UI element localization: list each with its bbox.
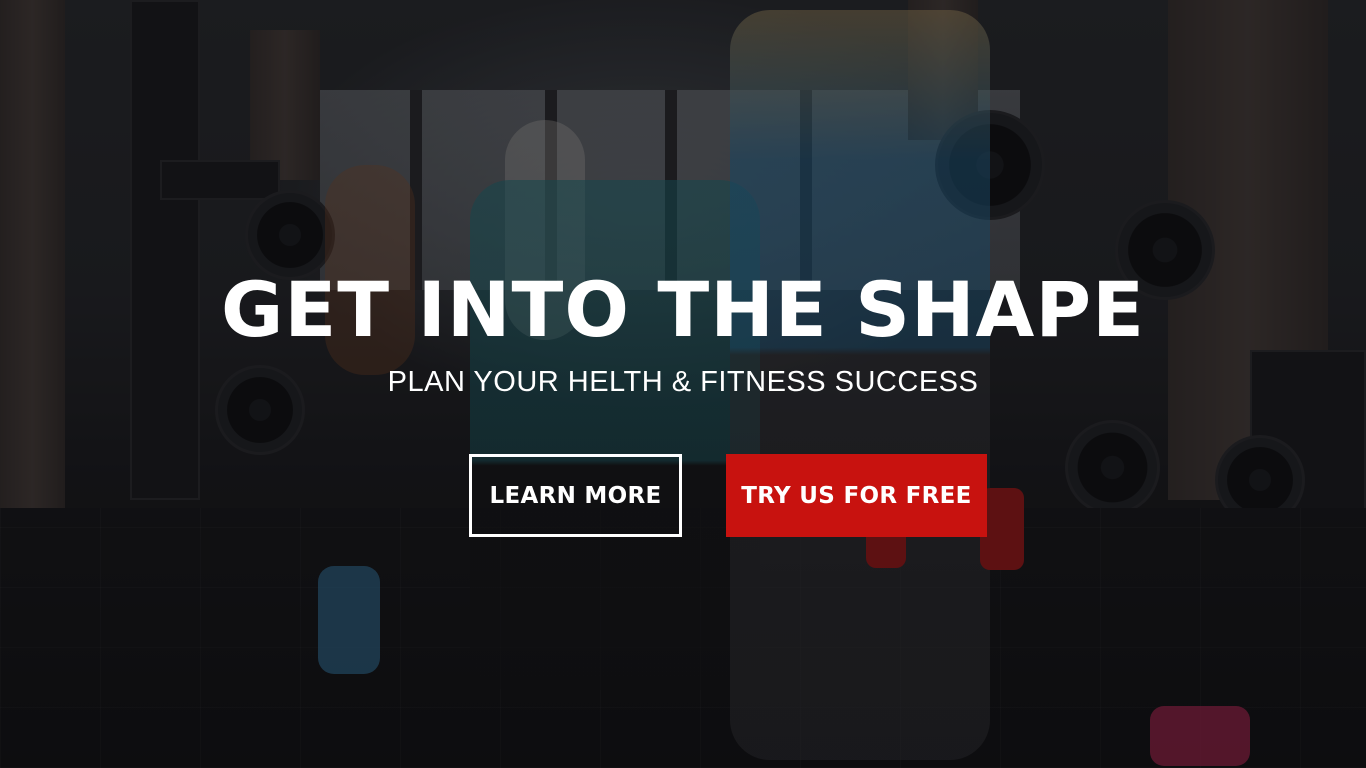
hero-section: GET INTO THE SHAPE PLAN YOUR HELTH & FIT… [0,0,1366,768]
learn-more-button[interactable]: LEARN MORE [469,454,682,537]
hero-content: GET INTO THE SHAPE PLAN YOUR HELTH & FIT… [0,0,1366,768]
try-free-button[interactable]: TRY US FOR FREE [726,454,987,537]
hero-subheadline: PLAN YOUR HELTH & FITNESS SUCCESS [387,366,979,398]
hero-headline: GET INTO THE SHAPE [221,265,1145,354]
